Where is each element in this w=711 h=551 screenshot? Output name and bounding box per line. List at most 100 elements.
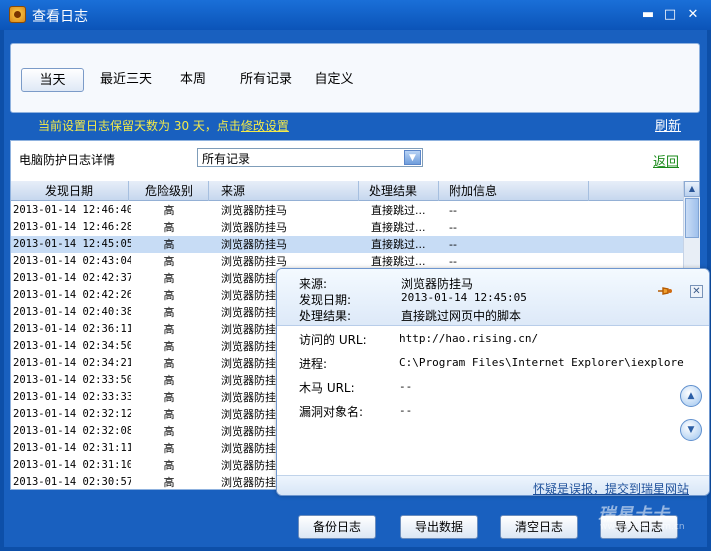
cell-date: 2013-01-14 02:34:21 [13, 357, 131, 369]
cell-level: 高 [163, 255, 175, 268]
cell-date: 2013-01-14 02:32:12 [13, 408, 131, 420]
popup-close-icon[interactable]: ✕ [690, 285, 703, 298]
backup-log-button[interactable]: 备份日志 [298, 515, 376, 539]
scroll-up-round-icon[interactable]: ▲ [680, 385, 702, 407]
cell-level: 高 [163, 442, 175, 455]
cell-level: 高 [163, 357, 175, 370]
tab-this-week[interactable]: 本周 [171, 68, 215, 92]
cell-date: 2013-01-14 02:42:37 [13, 272, 131, 284]
detail-url-value: http://hao.rising.cn/ [399, 332, 539, 345]
detail-trojan-url-value: -- [399, 380, 413, 393]
retention-info-text: 当前设置日志保留天数为 30 天，点击 [38, 119, 241, 133]
cell-date: 2013-01-14 02:31:11 [13, 442, 131, 454]
scroll-up-icon[interactable]: ▲ [684, 181, 700, 197]
column-header-source[interactable]: 来源 [209, 181, 359, 201]
cell-date: 2013-01-14 02:42:26 [13, 289, 131, 301]
cell-date: 2013-01-14 02:30:57 [13, 476, 131, 488]
report-false-positive-link[interactable]: 怀疑是误报，提交到瑞星网站 [533, 480, 689, 495]
detail-process-value: C:\Program Files\Internet Explorer\iexpl… [399, 356, 684, 369]
column-header-result[interactable]: 处理结果 [359, 181, 439, 201]
cell-level: 高 [163, 408, 175, 421]
detail-vuln-label: 漏洞对象名: [299, 405, 364, 419]
cell-extra: -- [449, 221, 457, 234]
cell-source: 浏览器防挂马 [221, 204, 287, 217]
tab-all-records[interactable]: 所有记录 [233, 68, 299, 92]
log-filter-dropdown[interactable]: 所有记录 ▼ [197, 148, 423, 167]
cell-level: 高 [163, 238, 175, 251]
chevron-down-icon[interactable]: ▼ [404, 150, 421, 165]
cell-level: 高 [163, 306, 175, 319]
tab-last-three-days[interactable]: 最近三天 [93, 68, 159, 92]
minimize-icon[interactable]: ▬ [640, 7, 656, 23]
cell-level: 高 [163, 204, 175, 217]
app-shield-icon [9, 6, 26, 23]
cell-extra: -- [449, 204, 457, 217]
column-header-date[interactable]: 发现日期 [11, 181, 129, 201]
column-header-extra[interactable]: 附加信息 [439, 181, 589, 201]
table-row[interactable]: 2013-01-14 12:46:40 高 浏览器防挂马 直接跳过... -- [11, 202, 683, 219]
tab-custom[interactable]: 自定义 [307, 68, 361, 92]
cell-date: 2013-01-14 02:43:04 [13, 255, 131, 267]
cell-level: 高 [163, 391, 175, 404]
popup-result-label: 处理结果: [299, 309, 352, 323]
retention-info: 当前设置日志保留天数为 30 天，点击修改设置 [38, 117, 289, 134]
table-row[interactable]: 2013-01-14 12:45:05 高 浏览器防挂马 直接跳过... -- [11, 236, 683, 253]
detail-url-label: 访问的 URL: [299, 333, 367, 347]
window-title: 查看日志 [32, 9, 88, 25]
detail-process-label: 进程: [299, 357, 328, 371]
table-header: 发现日期 危险级别 来源 处理结果 附加信息 [11, 181, 683, 201]
cell-level: 高 [163, 289, 175, 302]
cell-result: 直接跳过... [371, 238, 426, 251]
export-data-button[interactable]: 导出数据 [400, 515, 478, 539]
log-detail-popup: 来源: 浏览器防挂马 发现日期: 2013-01-14 12:45:05 处理结… [276, 268, 710, 496]
cell-extra: -- [449, 238, 457, 251]
popup-header: 来源: 浏览器防挂马 发现日期: 2013-01-14 12:45:05 处理结… [277, 269, 709, 326]
close-icon[interactable]: ✕ [685, 7, 701, 23]
table-row[interactable]: 2013-01-14 12:46:28 高 浏览器防挂马 直接跳过... -- [11, 219, 683, 236]
popup-source-label: 来源: [299, 277, 328, 291]
time-range-tabs: 当天 最近三天 本周 所有记录 自定义 [10, 43, 700, 113]
cell-date: 2013-01-14 12:46:28 [13, 221, 131, 233]
cell-level: 高 [163, 374, 175, 387]
cell-level: 高 [163, 476, 175, 489]
detail-trojan-url-label: 木马 URL: [299, 381, 355, 395]
cell-level: 高 [163, 459, 175, 472]
popup-date-value: 2013-01-14 12:45:05 [401, 291, 527, 304]
watermark-url: www.rising.com.cn [600, 522, 685, 532]
popup-result-value: 直接跳过网页中的脚本 [401, 309, 522, 323]
cell-level: 高 [163, 425, 175, 438]
scroll-down-round-icon[interactable]: ▼ [680, 419, 702, 441]
cell-date: 2013-01-14 02:32:08 [13, 425, 131, 437]
maximize-icon[interactable]: □ [662, 7, 678, 23]
cell-result: 直接跳过... [371, 221, 426, 234]
pin-icon[interactable] [657, 286, 673, 296]
title-bar[interactable]: 查看日志 ▬ □ ✕ [0, 0, 711, 30]
clear-log-button[interactable]: 清空日志 [500, 515, 578, 539]
cell-date: 2013-01-14 02:33:50 [13, 374, 131, 386]
cell-date: 2013-01-14 02:31:10 [13, 459, 131, 471]
popup-date-label: 发现日期: [299, 293, 352, 307]
modify-settings-link[interactable]: 修改设置 [241, 119, 289, 133]
cell-date: 2013-01-14 02:33:33 [13, 391, 131, 403]
refresh-link[interactable]: 刷新 [655, 115, 681, 134]
panel-label: 电脑防护日志详情 [19, 153, 116, 167]
popup-source-value: 浏览器防挂马 [401, 277, 474, 291]
detail-vuln-value: -- [399, 404, 413, 417]
cell-level: 高 [163, 340, 175, 353]
cell-date: 2013-01-14 02:40:38 [13, 306, 131, 318]
cell-date: 2013-01-14 02:34:50 [13, 340, 131, 352]
cell-level: 高 [163, 272, 175, 285]
cell-level: 高 [163, 221, 175, 234]
cell-date: 2013-01-14 12:46:40 [13, 204, 131, 216]
filter-selected-value: 所有记录 [202, 152, 251, 166]
cell-date: 2013-01-14 02:36:11 [13, 323, 131, 335]
back-link[interactable]: 返回 [653, 151, 679, 170]
cell-result: 直接跳过... [371, 204, 426, 217]
cell-source: 浏览器防挂马 [221, 238, 287, 251]
cell-level: 高 [163, 323, 175, 336]
tab-today[interactable]: 当天 [21, 68, 84, 92]
cell-date: 2013-01-14 12:45:05 [13, 238, 131, 250]
column-header-level[interactable]: 危险级别 [129, 181, 209, 201]
scroll-thumb[interactable] [685, 198, 699, 238]
popup-footer: 怀疑是误报，提交到瑞星网站 [277, 475, 709, 495]
